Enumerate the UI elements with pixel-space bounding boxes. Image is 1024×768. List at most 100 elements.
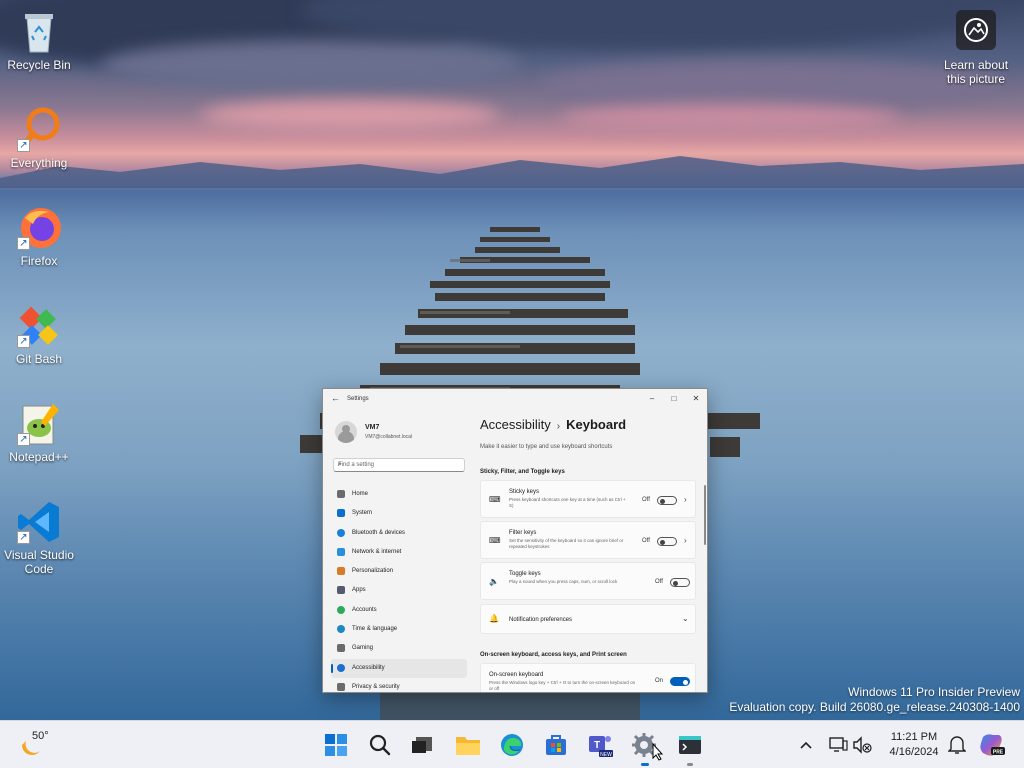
clock[interactable]: 11:21 PM 4/16/2024 xyxy=(876,730,952,760)
desktop-icon-label: Git Bash xyxy=(15,352,63,366)
filter-keys-state: Off xyxy=(642,538,650,544)
maximize-button[interactable]: □ xyxy=(663,392,685,406)
search-input[interactable]: Find a setting ⌕ xyxy=(333,458,465,472)
apps-icon xyxy=(337,586,345,595)
chevron-right-icon: › xyxy=(556,421,561,432)
everything-search-icon: ↗ xyxy=(15,106,63,154)
nav-item-bluetooth[interactable]: Bluetooth & devices xyxy=(331,524,467,543)
toggle-keys-title: Toggle keys xyxy=(509,571,541,577)
sticky-keys-card[interactable]: ⌨ Sticky keys Press keyboard shortcuts o… xyxy=(480,480,696,518)
close-button[interactable]: ✕ xyxy=(685,392,707,406)
on-screen-keyboard-card[interactable]: On-screen keyboard Press the Windows log… xyxy=(480,663,696,692)
desktop-icon-git-bash[interactable]: ↗ Git Bash xyxy=(2,302,76,366)
toggle-keys-description: Play a sound when you press caps, num, o… xyxy=(509,579,618,584)
title-bar[interactable]: ← Settings – □ ✕ xyxy=(323,389,707,411)
chevron-up-icon[interactable] xyxy=(792,731,820,759)
globe-clock-icon xyxy=(337,625,345,634)
desktop-icon-everything[interactable]: ↗ Everything xyxy=(2,106,76,170)
copilot-preview-icon[interactable]: PRE xyxy=(978,731,1006,759)
breadcrumb-parent[interactable]: Accessibility xyxy=(480,417,551,432)
nav-item-network[interactable]: Network & internet xyxy=(331,543,467,562)
back-arrow-icon[interactable]: ← xyxy=(331,393,340,403)
nav-item-privacy[interactable]: Privacy & security xyxy=(331,678,467,692)
store-icon[interactable] xyxy=(542,731,570,759)
home-icon xyxy=(337,490,345,498)
shield-icon xyxy=(337,682,345,691)
speaker-icon: 🔈 xyxy=(489,577,499,586)
temperature: 50° xyxy=(32,730,49,742)
sticky-keys-description: Press keyboard shortcuts one key at a ti… xyxy=(509,497,626,508)
shortcut-arrow-icon: ↗ xyxy=(17,531,30,544)
search-icon[interactable] xyxy=(366,731,394,759)
on-screen-keyboard-state: On xyxy=(655,678,664,684)
volume-muted-icon[interactable] xyxy=(848,731,876,759)
desktop-icon-recycle-bin[interactable]: Recycle Bin xyxy=(2,8,76,72)
filter-keys-title: Filter keys xyxy=(509,530,537,536)
watermark-line-1: Windows 11 Pro Insider Preview xyxy=(848,685,1020,699)
section-header-sticky-filter-toggle: Sticky, Filter, and Toggle keys xyxy=(480,469,565,475)
settings-content: Accessibility › Keyboard Make it easier to… xyxy=(480,415,707,692)
sticky-keys-state: Off xyxy=(642,497,650,503)
user-profile[interactable]: VM7 VM7@collabnet.local xyxy=(335,421,465,445)
desktop-icon-visual-studio-code[interactable]: ↗ Visual Studio Code xyxy=(2,498,76,576)
chevron-right-icon: › xyxy=(684,536,687,545)
nav-item-accessibility[interactable]: Accessibility xyxy=(331,658,467,678)
toggle-keys-card[interactable]: 🔈 Toggle keys Play a sound when you pres… xyxy=(480,562,696,600)
bell-icon: 🔔 xyxy=(489,614,499,623)
nav-item-time-language[interactable]: Time & language xyxy=(331,620,467,639)
minimize-button[interactable]: – xyxy=(641,392,663,406)
user-email: VM7@collabnet.local xyxy=(365,434,413,440)
teams-icon[interactable]: T NEW xyxy=(586,731,614,759)
brush-icon xyxy=(337,567,345,576)
desktop-icon-notepad-plus-plus[interactable]: ↗ Notepad++ xyxy=(2,400,76,464)
learn-label: Learn about this picture xyxy=(943,58,1009,86)
system-icon xyxy=(337,509,345,518)
mouse-cursor-icon xyxy=(652,743,664,761)
nav-item-apps[interactable]: Apps xyxy=(331,581,467,600)
search-icon: ⌕ xyxy=(338,461,342,468)
taskbar: 50° T NEW 11:21 PM 4/16/2024 PRE xyxy=(0,720,1024,768)
notepad-plus-plus-icon: ↗ xyxy=(15,400,63,448)
filter-keys-card[interactable]: ⌨ Filter keys Set the sensitivity of the… xyxy=(480,521,696,559)
bluetooth-icon xyxy=(337,528,345,537)
on-screen-keyboard-toggle[interactable] xyxy=(670,677,690,686)
desktop-icon-label: Everything xyxy=(10,156,68,170)
nav-item-accounts[interactable]: Accounts xyxy=(331,601,467,620)
desktop-icon-label: Recycle Bin xyxy=(7,58,71,72)
edge-icon[interactable] xyxy=(498,731,526,759)
start-icon[interactable] xyxy=(322,731,350,759)
settings-nav: Home System Bluetooth & devices Network … xyxy=(331,485,467,692)
nav-item-system[interactable]: System xyxy=(331,504,467,523)
sticky-keys-toggle[interactable] xyxy=(657,496,677,505)
nav-item-gaming[interactable]: Gaming xyxy=(331,639,467,658)
sticky-keys-title: Sticky keys xyxy=(509,489,540,495)
toggle-keys-toggle[interactable] xyxy=(670,578,690,587)
nav-item-personalization[interactable]: Personalization xyxy=(331,562,467,581)
windows-watermark: Windows 11 Pro Insider Preview Evaluatio… xyxy=(729,685,1020,715)
task-view-icon[interactable] xyxy=(408,731,436,759)
file-explorer-icon[interactable] xyxy=(454,731,482,759)
desktop-icon-label: Firefox xyxy=(20,254,58,268)
user-name: VM7 xyxy=(365,424,380,431)
on-screen-keyboard-title: On-screen keyboard xyxy=(489,672,544,678)
chevron-right-icon: › xyxy=(684,495,687,504)
desktop-icon-firefox[interactable]: ↗ Firefox xyxy=(2,204,76,268)
scrollbar[interactable] xyxy=(704,485,706,545)
weather-widget[interactable]: 50° xyxy=(18,729,58,761)
settings-window[interactable]: ← Settings – □ ✕ VM7 VM7@collabnet.local… xyxy=(322,388,708,693)
shortcut-arrow-icon: ↗ xyxy=(17,433,30,446)
avatar xyxy=(335,421,357,443)
filter-keys-toggle[interactable] xyxy=(657,537,677,546)
toggle-keys-state: Off xyxy=(655,579,663,585)
notification-preferences-card[interactable]: 🔔 Notification preferences ⌄ xyxy=(480,604,696,634)
vscode-icon: ↗ xyxy=(15,498,63,546)
terminal-icon[interactable] xyxy=(676,731,704,759)
recycle-bin-icon xyxy=(15,8,63,56)
notification-bell-icon[interactable] xyxy=(943,731,971,759)
nav-item-home[interactable]: Home xyxy=(331,485,467,504)
shortcut-arrow-icon: ↗ xyxy=(17,335,30,348)
breadcrumb: Accessibility › Keyboard xyxy=(480,417,626,432)
filter-keyboard-icon: ⌨ xyxy=(489,536,501,545)
learn-about-this-picture[interactable]: Learn about this picture xyxy=(936,10,1016,86)
keyboard-icon: ⌨ xyxy=(489,495,501,504)
